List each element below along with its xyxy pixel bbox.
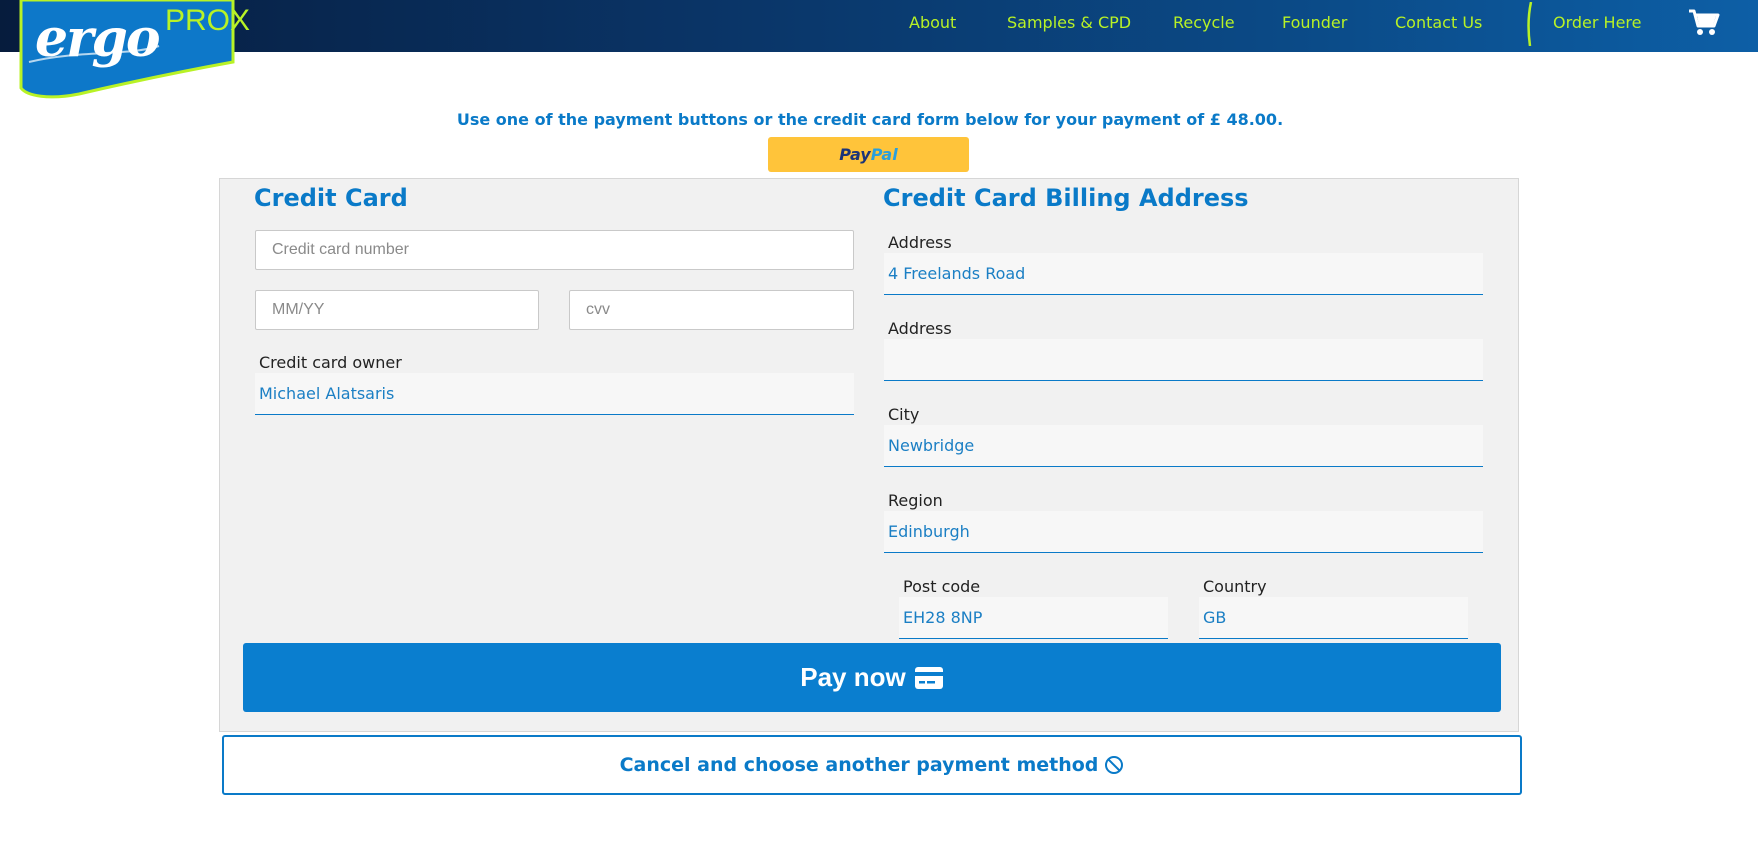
payment-intro-text: Use one of the payment buttons or the cr… — [456, 110, 1284, 129]
credit-card-title: Credit Card — [254, 184, 408, 212]
nav-item-about[interactable]: About — [909, 13, 956, 32]
billing-address-title: Credit Card Billing Address — [883, 184, 1249, 212]
logo-text-prox: PROX — [165, 4, 251, 37]
ban-icon — [1105, 756, 1124, 774]
cancel-payment-label: Cancel and choose another payment method — [619, 754, 1099, 776]
card-number-input[interactable] — [255, 230, 854, 270]
paypal-logo-pay: Pay — [839, 145, 871, 164]
top-navigation-bar — [0, 0, 1758, 52]
country-input[interactable] — [1199, 597, 1468, 639]
paypal-button[interactable]: Pay Pal — [768, 137, 969, 172]
city-label: City — [888, 405, 920, 424]
card-cvv-input[interactable] — [569, 290, 854, 330]
nav-item-order-here[interactable]: Order Here — [1553, 13, 1642, 32]
address2-label: Address — [888, 319, 952, 338]
paypal-logo-pal: Pal — [870, 145, 898, 164]
address1-label: Address — [888, 233, 952, 252]
pay-now-button[interactable]: Pay now — [243, 643, 1501, 712]
region-label: Region — [888, 491, 943, 510]
postcode-input[interactable] — [899, 597, 1168, 639]
pay-now-label: Pay now — [800, 662, 906, 692]
credit-card-icon — [914, 666, 943, 689]
country-label: Country — [1203, 577, 1267, 596]
nav-divider-swoosh — [1527, 2, 1533, 46]
logo-text-ergo: ergo — [35, 8, 161, 69]
address2-input[interactable] — [884, 339, 1483, 381]
city-input[interactable] — [884, 425, 1483, 467]
cancel-payment-button[interactable]: Cancel and choose another payment method — [222, 735, 1522, 795]
card-expiry-input[interactable] — [255, 290, 539, 330]
region-input[interactable] — [884, 511, 1483, 553]
cart-icon[interactable] — [1688, 8, 1720, 36]
card-owner-input[interactable] — [255, 373, 854, 415]
card-owner-label: Credit card owner — [259, 353, 402, 372]
nav-item-samples-cpd[interactable]: Samples & CPD — [1007, 13, 1131, 32]
nav-item-founder[interactable]: Founder — [1282, 13, 1347, 32]
postcode-label: Post code — [903, 577, 981, 596]
nav-item-recycle[interactable]: Recycle — [1173, 13, 1235, 32]
address1-input[interactable] — [884, 253, 1483, 295]
ergoprox-logo[interactable]: ergo PROX — [19, 0, 250, 100]
nav-item-contact-us[interactable]: Contact Us — [1395, 13, 1482, 32]
